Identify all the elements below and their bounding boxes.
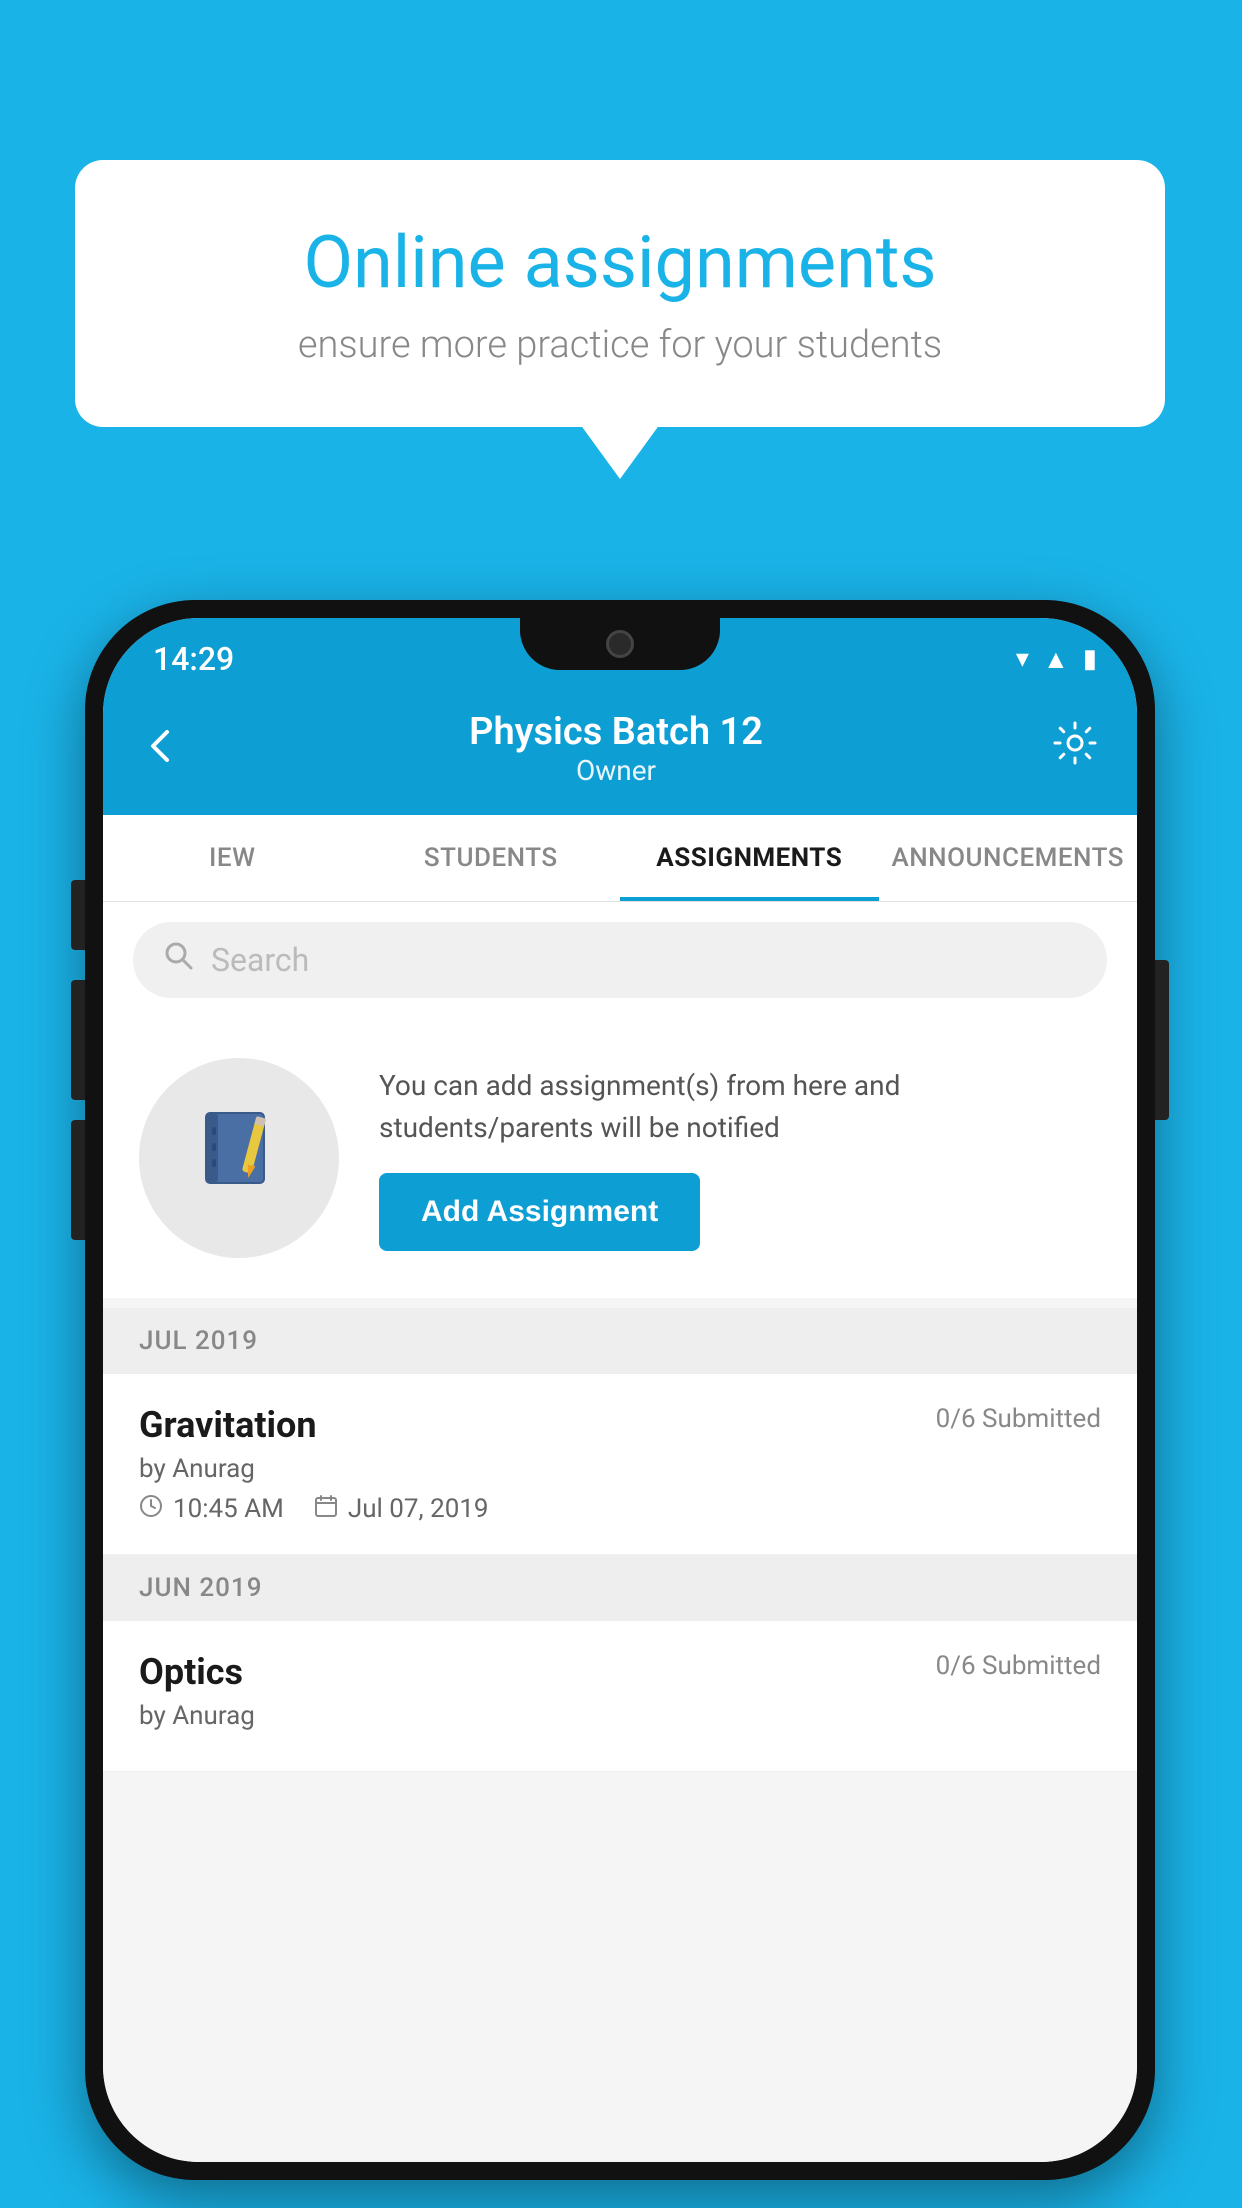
phone-camera <box>606 630 634 658</box>
search-container: Search <box>103 902 1137 1018</box>
search-bar[interactable]: Search <box>133 922 1107 998</box>
assignment-item-optics[interactable]: Optics 0/6 Submitted by Anurag <box>103 1621 1137 1772</box>
clock-icon <box>139 1494 163 1524</box>
month-header-jun: JUN 2019 <box>103 1555 1137 1621</box>
assignment-icon-circle <box>139 1058 339 1258</box>
phone-mockup: 14:29 ▾ ▲ ▮ Physics Batch 12 <box>85 600 1155 2180</box>
calendar-icon <box>314 1494 338 1524</box>
assignment-item-gravitation[interactable]: Gravitation 0/6 Submitted by Anurag <box>103 1374 1137 1555</box>
header-subtitle: Owner <box>469 754 763 787</box>
assignment-by-optics: by Anurag <box>139 1701 1101 1731</box>
promo-content: You can add assignment(s) from here and … <box>379 1065 1101 1251</box>
signal-icon: ▲ <box>1043 644 1069 675</box>
assignment-submitted: 0/6 Submitted <box>936 1404 1101 1434</box>
bubble-title: Online assignments <box>155 220 1085 305</box>
promo-description: You can add assignment(s) from here and … <box>379 1065 1101 1149</box>
month-header-jul: JUL 2019 <box>103 1308 1137 1374</box>
tab-iew[interactable]: IEW <box>103 815 362 901</box>
assignment-name: Gravitation <box>139 1404 317 1446</box>
tab-assignments[interactable]: ASSIGNMENTS <box>620 815 879 901</box>
tab-students[interactable]: STUDENTS <box>362 815 621 901</box>
bubble-subtitle: ensure more practice for your students <box>155 323 1085 367</box>
add-assignment-button[interactable]: Add Assignment <box>379 1173 700 1251</box>
notebook-icon <box>194 1103 284 1213</box>
assignment-meta: 10:45 AM Jul 07, 2019 <box>139 1494 1101 1524</box>
battery-icon: ▮ <box>1083 644 1097 674</box>
assignment-top-row-optics: Optics 0/6 Submitted <box>139 1651 1101 1693</box>
assignment-submitted-optics: 0/6 Submitted <box>936 1651 1101 1681</box>
back-button[interactable] <box>143 723 179 775</box>
phone-notch <box>520 618 720 670</box>
assignment-date: Jul 07, 2019 <box>314 1494 489 1524</box>
status-icons: ▾ ▲ ▮ <box>1016 644 1097 675</box>
content-area: Search <box>103 902 1137 2162</box>
assignment-time: 10:45 AM <box>139 1494 284 1524</box>
settings-button[interactable] <box>1053 721 1097 776</box>
phone-screen: 14:29 ▾ ▲ ▮ Physics Batch 12 <box>103 618 1137 2162</box>
speech-bubble: Online assignments ensure more practice … <box>75 160 1165 427</box>
assignment-name-optics: Optics <box>139 1651 243 1693</box>
speech-bubble-container: Online assignments ensure more practice … <box>75 160 1165 427</box>
tabs-bar: IEW STUDENTS ASSIGNMENTS ANNOUNCEMENTS <box>103 815 1137 902</box>
app-header: Physics Batch 12 Owner <box>103 690 1137 815</box>
tab-announcements[interactable]: ANNOUNCEMENTS <box>879 815 1138 901</box>
status-time: 14:29 <box>153 640 234 678</box>
promo-section: You can add assignment(s) from here and … <box>103 1018 1137 1298</box>
assignment-top-row: Gravitation 0/6 Submitted <box>139 1404 1101 1446</box>
header-title: Physics Batch 12 <box>469 710 763 754</box>
search-placeholder: Search <box>211 941 309 979</box>
wifi-icon: ▾ <box>1016 644 1029 674</box>
header-center: Physics Batch 12 Owner <box>469 710 763 787</box>
phone-outer: 14:29 ▾ ▲ ▮ Physics Batch 12 <box>85 600 1155 2180</box>
search-icon <box>163 940 195 980</box>
assignment-by: by Anurag <box>139 1454 1101 1484</box>
